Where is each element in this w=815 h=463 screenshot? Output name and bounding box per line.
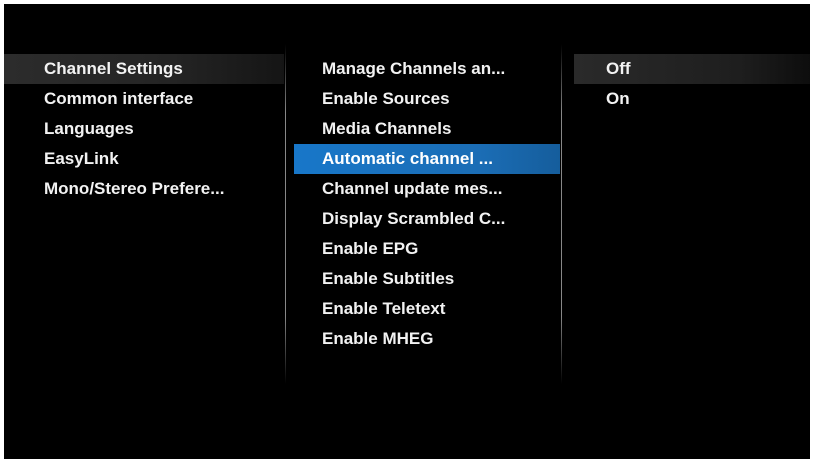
menu-item-languages[interactable]: Languages (4, 114, 284, 144)
menu-item-common-interface[interactable]: Common interface (4, 84, 284, 114)
menu-item-easylink[interactable]: EasyLink (4, 144, 284, 174)
menu-item-enable-subtitles[interactable]: Enable Subtitles (294, 264, 560, 294)
menu-item-automatic-channel[interactable]: Automatic channel ... (294, 144, 560, 174)
column-divider (285, 44, 286, 384)
menu-item-media-channels[interactable]: Media Channels (294, 114, 560, 144)
menu-item-enable-epg[interactable]: Enable EPG (294, 234, 560, 264)
column-divider (561, 44, 562, 384)
option-on[interactable]: On (574, 84, 810, 114)
channel-settings-list: Manage Channels an... Enable Sources Med… (294, 54, 560, 354)
option-value-list: Off On (574, 54, 810, 114)
menu-item-mono-stereo-preference[interactable]: Mono/Stereo Prefere... (4, 174, 284, 204)
settings-category-list: Channel Settings Common interface Langua… (4, 54, 284, 204)
option-off[interactable]: Off (574, 54, 810, 84)
menu-item-enable-teletext[interactable]: Enable Teletext (294, 294, 560, 324)
menu-item-channel-update-message[interactable]: Channel update mes... (294, 174, 560, 204)
menu-item-enable-mheg[interactable]: Enable MHEG (294, 324, 560, 354)
menu-item-manage-channels[interactable]: Manage Channels an... (294, 54, 560, 84)
menu-item-display-scrambled[interactable]: Display Scrambled C... (294, 204, 560, 234)
menu-item-enable-sources[interactable]: Enable Sources (294, 84, 560, 114)
menu-item-channel-settings[interactable]: Channel Settings (4, 54, 284, 84)
tv-settings-screen: Channel Settings Common interface Langua… (4, 4, 810, 459)
